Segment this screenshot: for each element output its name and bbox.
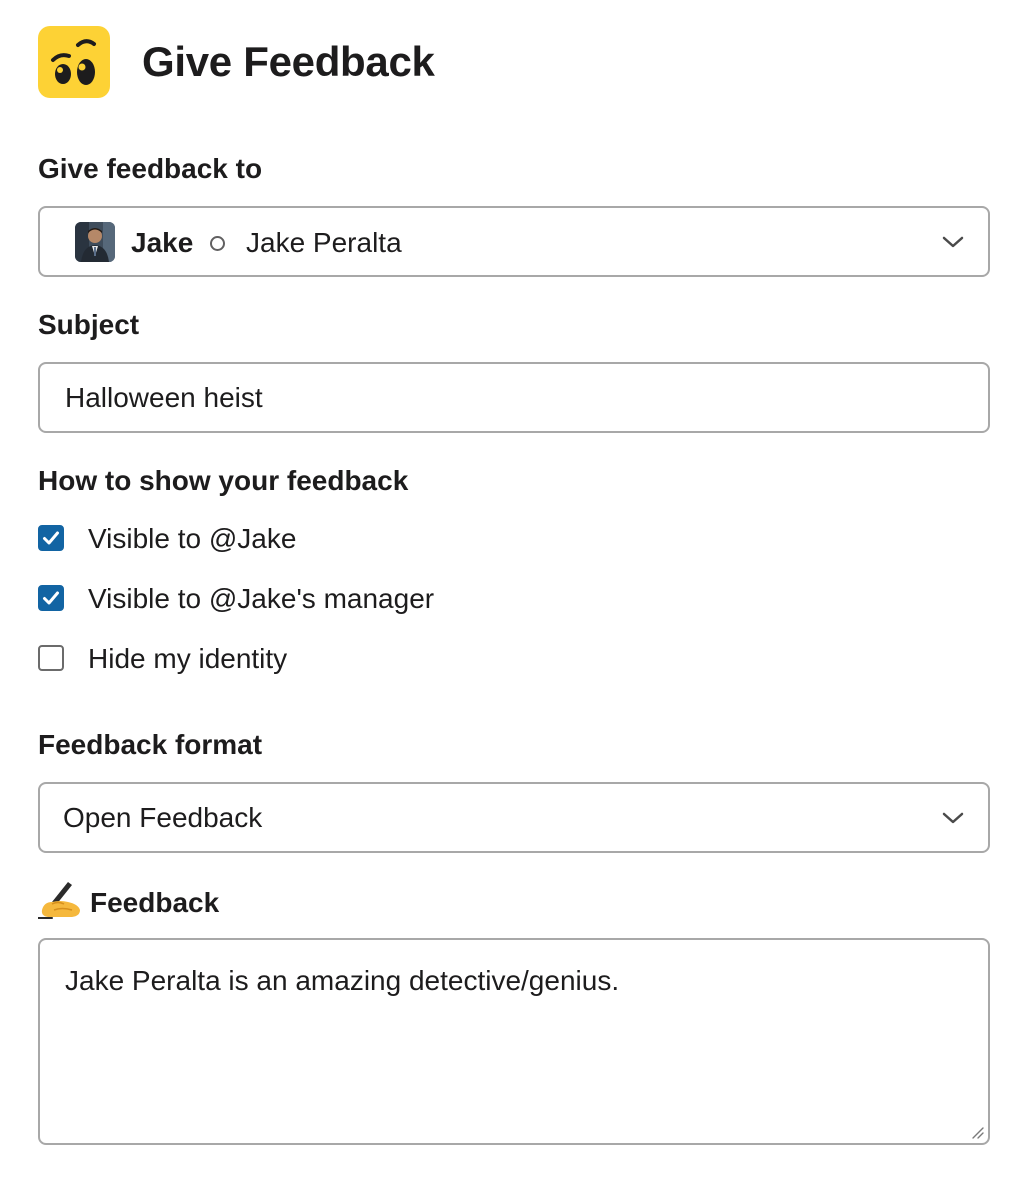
checkbox-label: Visible to @Jake	[88, 523, 297, 554]
format-label: Feedback format	[38, 729, 263, 760]
checkbox-label: Hide my identity	[88, 643, 288, 674]
feedback-value: Jake Peralta is an amazing detective/gen…	[65, 965, 620, 996]
checkbox-unchecked[interactable]	[38, 645, 64, 671]
visibility-option-manager[interactable]: Visible to @Jake's manager	[38, 582, 638, 616]
visibility-option-jake[interactable]: Visible to @Jake	[38, 522, 638, 556]
user-avatar	[75, 222, 115, 262]
recipient-label: Give feedback to	[38, 153, 263, 184]
chevron-down-icon	[942, 808, 964, 828]
subject-value: Halloween heist	[65, 382, 263, 413]
feedback-textarea[interactable]: Jake Peralta is an amazing detective/gen…	[38, 938, 990, 1145]
subject-label: Subject	[38, 309, 140, 340]
presence-icon	[210, 236, 225, 251]
chevron-down-icon	[942, 232, 964, 252]
feedback-label: Feedback	[90, 887, 220, 918]
visibility-label: How to show your feedback	[38, 465, 409, 496]
resize-handle-icon[interactable]	[969, 1124, 985, 1140]
checkbox-checked[interactable]	[38, 585, 64, 611]
recipient-select[interactable]: Jake Jake Peralta	[38, 206, 990, 277]
app-icon	[38, 26, 110, 98]
format-value: Open Feedback	[63, 802, 263, 833]
subject-input[interactable]: Halloween heist	[38, 362, 990, 433]
writing-hand-icon	[38, 880, 82, 920]
recipient-display-name: Jake	[131, 227, 194, 258]
checkbox-label: Visible to @Jake's manager	[88, 583, 435, 614]
visibility-option-hide-identity[interactable]: Hide my identity	[38, 642, 638, 676]
eyes-emoji-icon	[51, 39, 96, 85]
checkbox-checked[interactable]	[38, 525, 64, 551]
page-title: Give Feedback	[142, 38, 435, 85]
recipient-full-name: Jake Peralta	[246, 227, 402, 258]
format-select[interactable]: Open Feedback	[38, 782, 990, 853]
